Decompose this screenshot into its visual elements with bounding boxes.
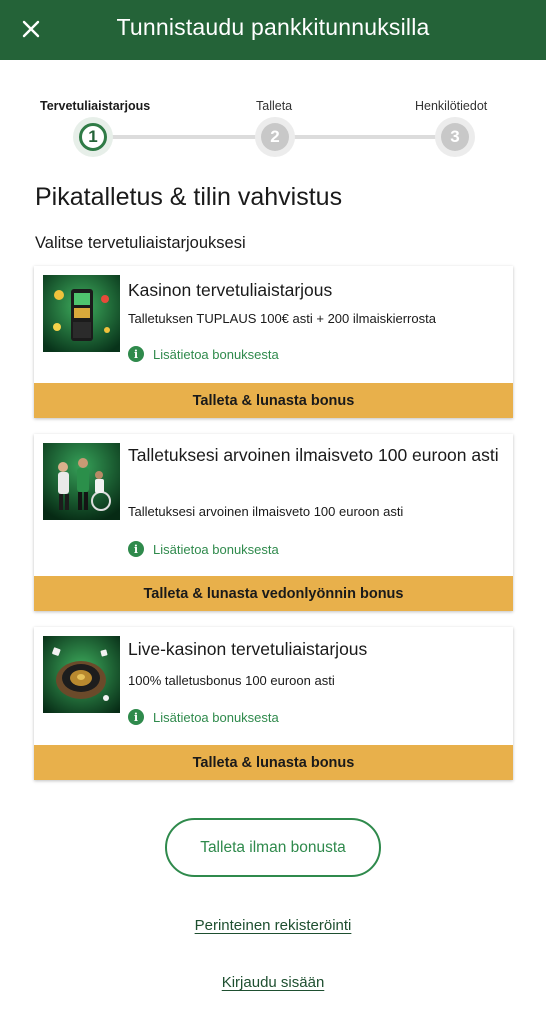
page-subtitle: Valitse tervetuliaistarjouksesi <box>35 234 246 252</box>
step-1: 1 <box>73 117 113 157</box>
offer-title: Live-kasinon tervetuliaistarjous <box>128 639 368 659</box>
offer-description: Talletuksesi arvoinen ilmaisveto 100 eur… <box>128 504 404 519</box>
slot-machine-image <box>43 275 120 352</box>
offer-card-sports: Talletuksesi arvoinen ilmaisveto 100 eur… <box>34 434 513 611</box>
top-header: Tunnistaudu pankkitunnuksilla <box>0 0 546 60</box>
traditional-register-link[interactable]: Perinteinen rekisteröinti <box>0 917 546 934</box>
offer-card-casino: Kasinon tervetuliaistarjous Talletuksen … <box>34 266 513 418</box>
sports-athletes-image <box>43 443 120 520</box>
roulette-wheel-image <box>43 636 120 713</box>
page-title: Pikatalletus & tilin vahvistus <box>35 183 343 211</box>
bonus-info-label: Lisätietoa bonuksesta <box>153 541 279 557</box>
offer-description: Talletuksen TUPLAUS 100€ asti + 200 ilma… <box>128 311 436 326</box>
offer-card-live-casino: Live-kasinon tervetuliaistarjous 100% ta… <box>34 627 513 780</box>
info-icon: i <box>128 541 144 557</box>
step-connector <box>93 135 273 139</box>
step-label-2: Talleta <box>256 99 293 113</box>
claim-live-casino-bonus-button[interactable]: Talleta & lunasta bonus <box>34 745 513 780</box>
deposit-without-bonus-button[interactable]: Talleta ilman bonusta <box>165 818 381 877</box>
step-label-3: Henkilötiedot <box>415 99 488 113</box>
claim-bonus-button[interactable]: Talleta & lunasta bonus <box>34 383 513 418</box>
step-label-1: Tervetuliaistarjous <box>40 99 151 113</box>
bonus-info-link[interactable]: i Lisätietoa bonuksesta <box>128 346 279 362</box>
bonus-info-label: Lisätietoa bonuksesta <box>153 346 279 362</box>
step-2: 2 <box>255 117 295 157</box>
offer-title: Kasinon tervetuliaistarjous <box>128 280 333 300</box>
step-connector <box>275 135 455 139</box>
bonus-info-link[interactable]: i Lisätietoa bonuksesta <box>128 541 279 557</box>
header-title: Tunnistaudu pankkitunnuksilla <box>116 14 430 40</box>
bonus-info-label: Lisätietoa bonuksesta <box>153 709 279 725</box>
step-number-3: 3 <box>441 123 469 151</box>
offer-description: 100% talletusbonus 100 euroon asti <box>128 673 335 688</box>
step-3: 3 <box>435 117 475 157</box>
step-number-1: 1 <box>79 123 107 151</box>
step-number-2: 2 <box>261 123 289 151</box>
claim-sports-bonus-button[interactable]: Talleta & lunasta vedonlyönnin bonus <box>34 576 513 611</box>
bonus-info-link[interactable]: i Lisätietoa bonuksesta <box>128 709 279 725</box>
info-icon: i <box>128 346 144 362</box>
login-link[interactable]: Kirjaudu sisään <box>0 974 546 991</box>
info-icon: i <box>128 709 144 725</box>
offer-title: Talletuksesi arvoinen ilmaisveto 100 eur… <box>128 445 499 465</box>
